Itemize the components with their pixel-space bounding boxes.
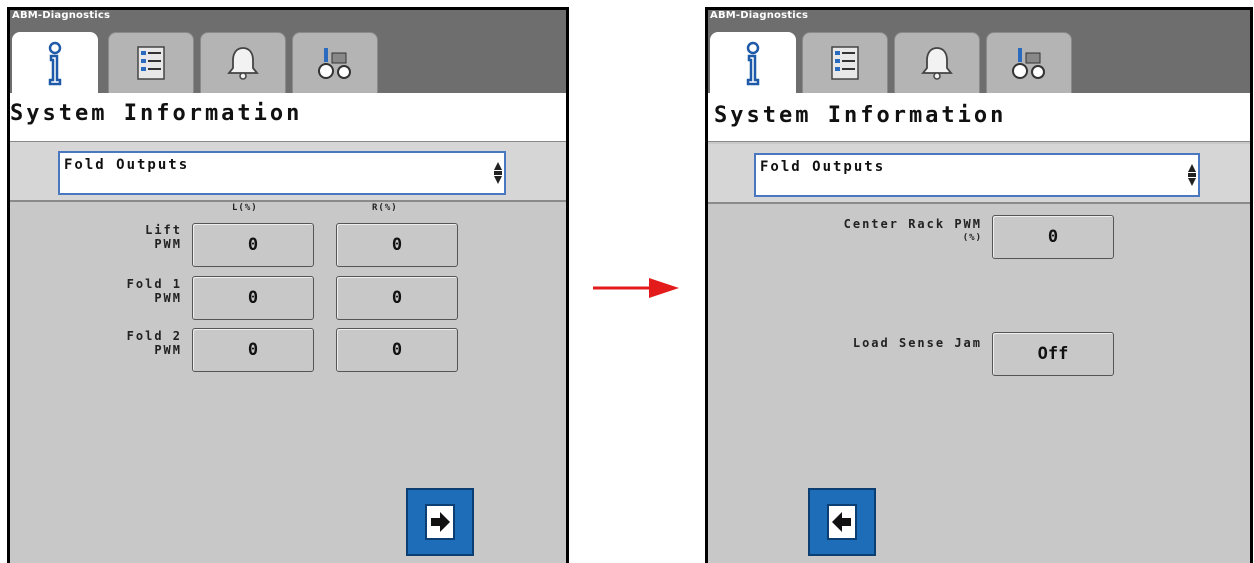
center-rack-label-group: Center Rack PWM (%) [748,217,982,245]
alarm-bell-icon [227,47,259,80]
tab-machine[interactable] [292,32,378,93]
category-dropdown[interactable]: Fold Outputs [754,153,1200,197]
category-dropdown[interactable]: Fold Outputs [58,151,506,195]
right-screen: ABM-Diagnostics System Information Fold … [705,7,1253,563]
row-label: Lift [145,223,182,237]
center-rack-pwm-value[interactable]: 0 [992,215,1114,259]
dropdown-band: Fold Outputs [10,142,566,202]
row-label: Fold 2 [126,329,182,343]
previous-page-icon [827,504,857,540]
tab-info[interactable] [12,32,98,94]
previous-page-button[interactable] [808,488,876,556]
load-sense-jam-value[interactable]: Off [992,332,1114,376]
fold1-left-value[interactable]: 0 [192,276,314,320]
dropdown-band: Fold Outputs [708,144,1250,204]
dropdown-spinner-icon[interactable] [1187,159,1196,191]
tractor-icon [1012,48,1045,79]
fold1-right-value[interactable]: 0 [336,276,458,320]
left-screen: ABM-Diagnostics System Information Fold … [7,7,569,563]
column-header-right: R(%) [372,203,398,213]
center-rack-label: Center Rack PWM [843,217,982,231]
next-page-button[interactable] [406,488,474,556]
tractor-icon [318,48,351,79]
tab-alarms[interactable] [894,32,980,93]
column-header-left: L(%) [232,203,258,213]
tab-info[interactable] [710,32,796,94]
page-header: System Information [708,93,1250,142]
transition-arrow-icon [593,278,679,298]
center-rack-unit: (%) [962,233,982,243]
lift-left-value[interactable]: 0 [192,223,314,267]
row-sublabel: PWM [154,237,182,251]
next-page-icon [425,504,455,540]
tab-alarms[interactable] [200,32,286,93]
title-bar: ABM-Diagnostics [708,10,1250,94]
checklist-icon [831,46,859,80]
lift-right-value[interactable]: 0 [336,223,458,267]
row-sublabel: PWM [154,291,182,305]
dropdown-spinner-icon[interactable] [493,157,502,189]
tab-machine[interactable] [986,32,1072,93]
load-sense-label: Load Sense Jam [852,336,982,350]
tab-checklist[interactable] [802,32,888,93]
tab-checklist[interactable] [108,32,194,93]
info-icon [746,41,760,85]
page-header: System Information [10,93,566,142]
info-icon [48,41,62,85]
page-title: System Information [10,101,303,126]
page-title: System Information [714,103,1007,128]
dropdown-value: Fold Outputs [64,157,190,173]
row-label: Fold 1 [126,277,182,291]
app-title: ABM-Diagnostics [710,10,809,21]
row-sublabel: PWM [154,343,182,357]
fold2-left-value[interactable]: 0 [192,328,314,372]
alarm-bell-icon [921,47,953,80]
app-title: ABM-Diagnostics [12,10,111,21]
fold2-right-value[interactable]: 0 [336,328,458,372]
checklist-icon [137,46,165,80]
title-bar: ABM-Diagnostics [10,10,566,94]
dropdown-value: Fold Outputs [760,159,886,175]
